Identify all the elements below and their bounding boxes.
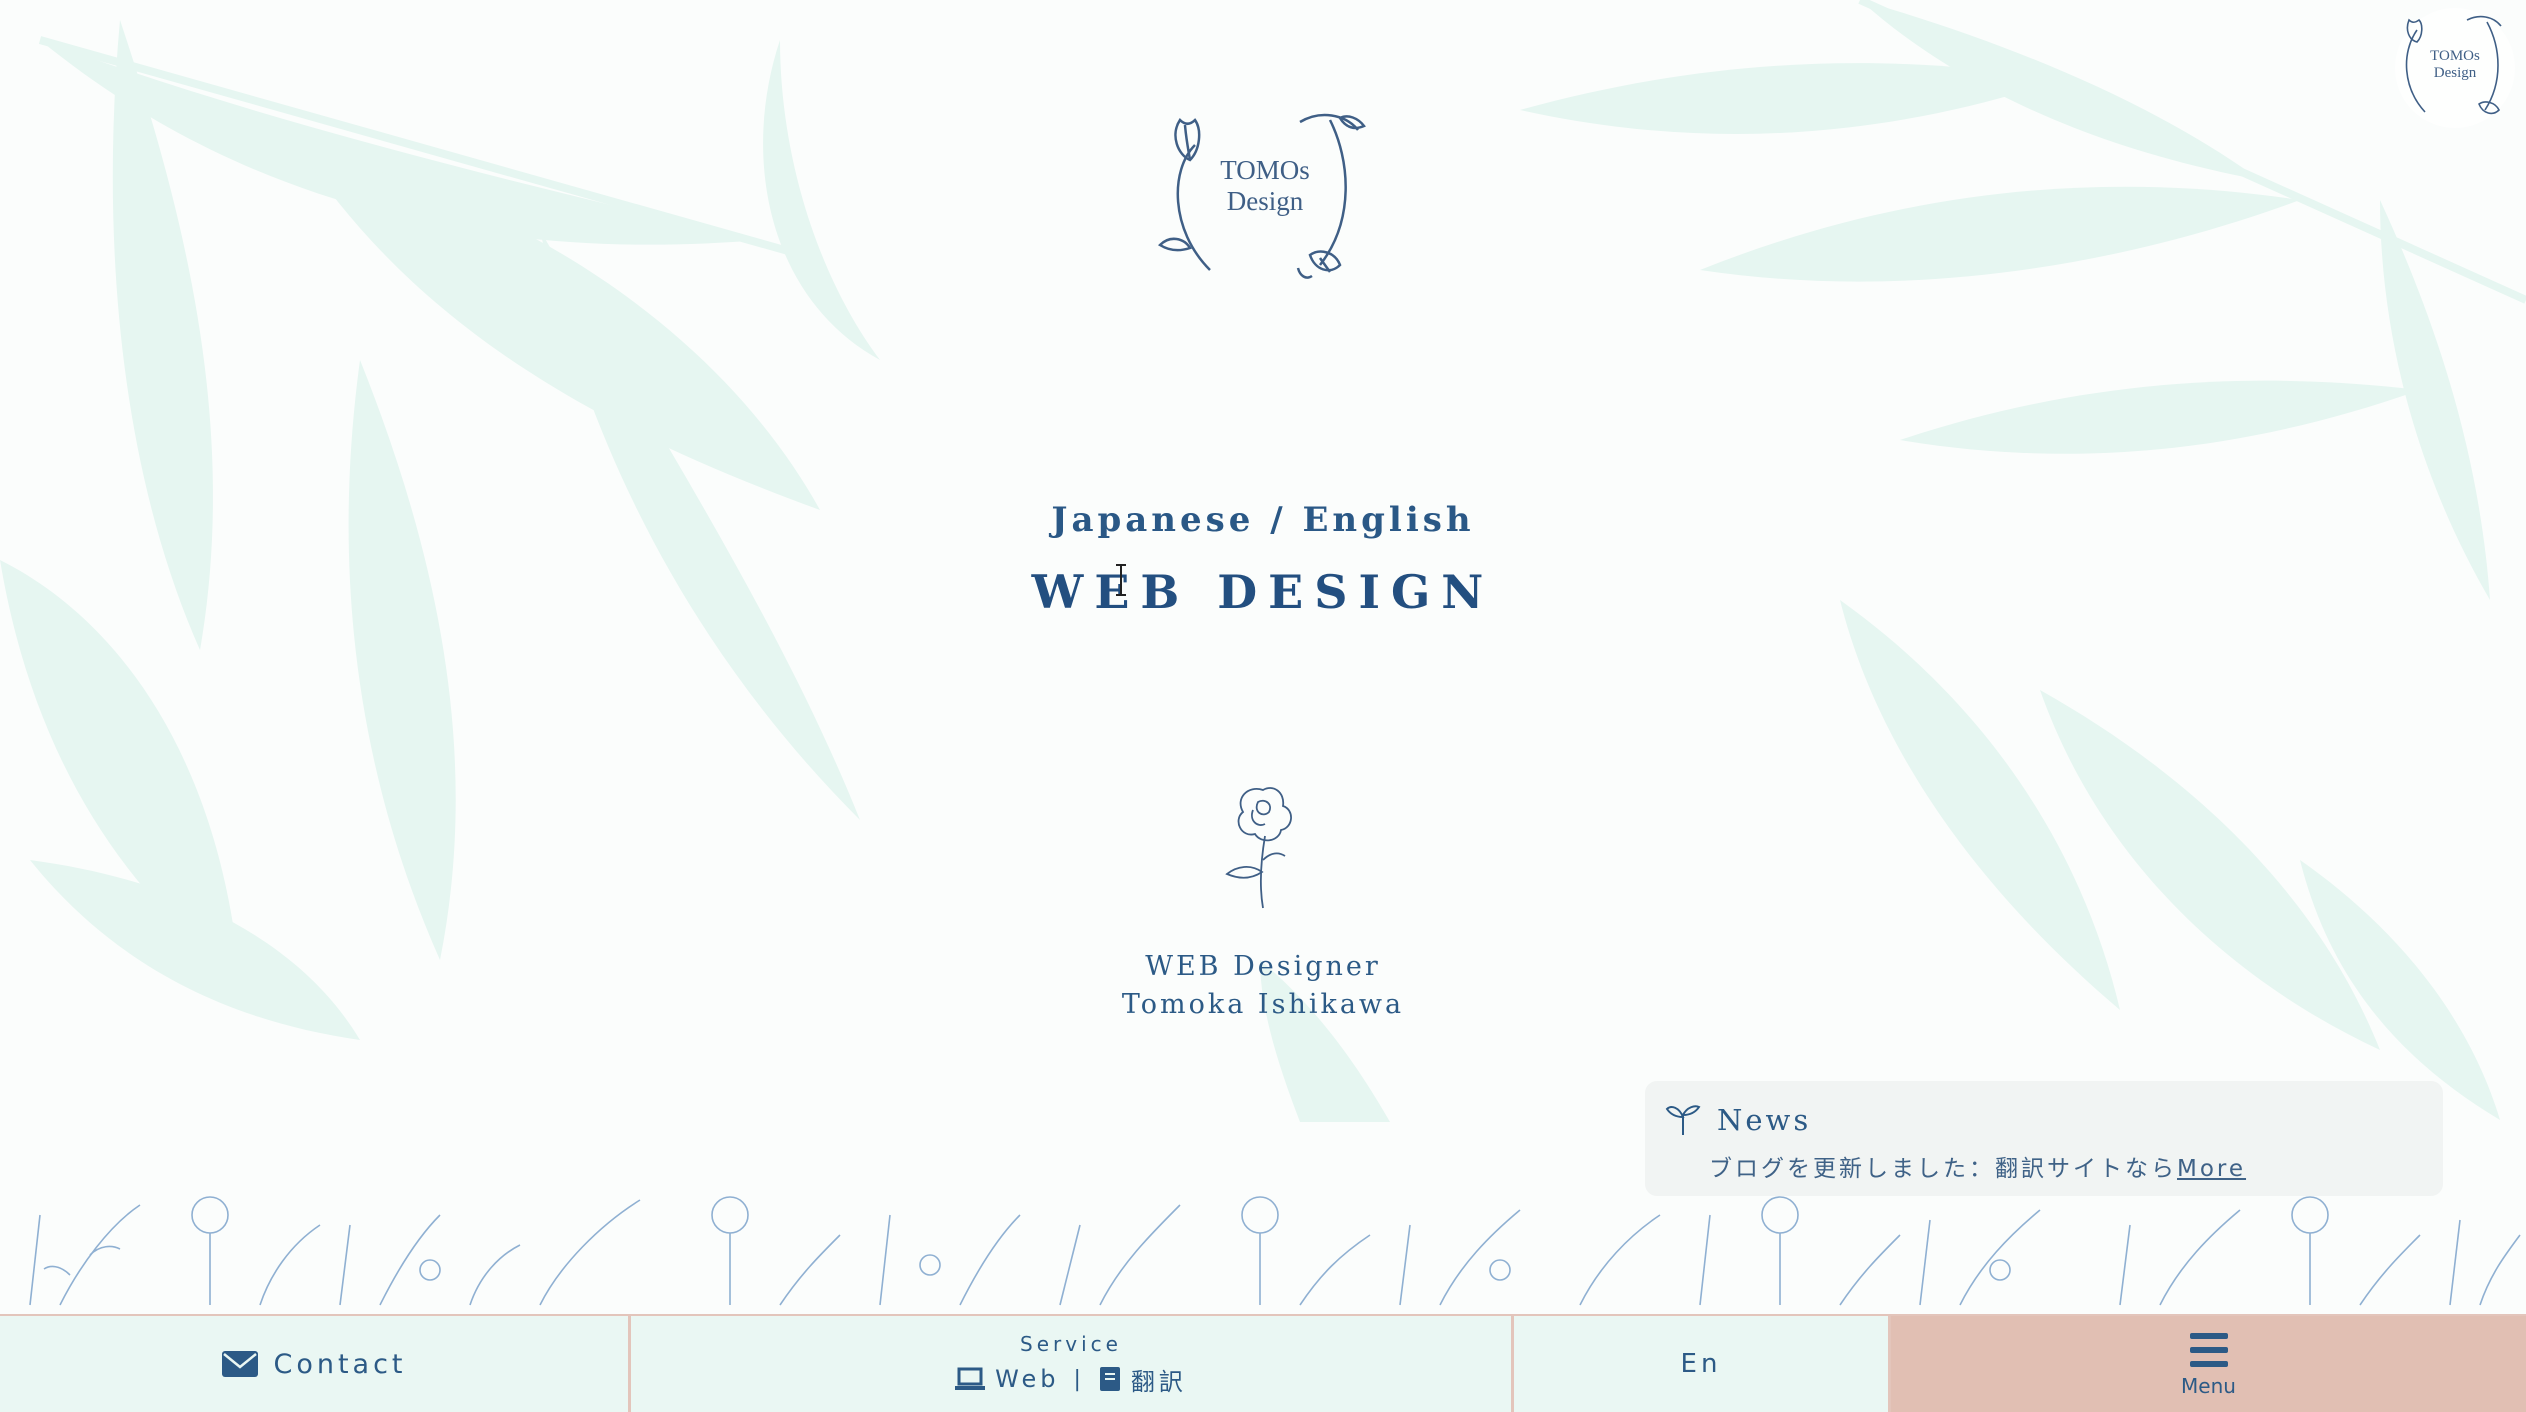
service-label: Service xyxy=(1020,1331,1122,1356)
logo-text-line2: Design xyxy=(1226,186,1304,216)
logo[interactable]: TOMOs Design xyxy=(1150,100,1380,285)
corner-logo-line2: Design xyxy=(2433,65,2477,81)
text-cursor-icon xyxy=(1116,564,1126,596)
corner-logo-line1: TOMOs xyxy=(2430,48,2480,64)
sprout-icon xyxy=(1665,1105,1701,1135)
profile-role: WEB Designer xyxy=(1145,951,1381,982)
service-menu: Service Web | 翻訳 xyxy=(631,1316,1514,1412)
logo-text-line1: TOMOs xyxy=(1220,155,1310,185)
profile-name: Tomoka Ishikawa xyxy=(1121,989,1405,1020)
envelope-icon xyxy=(222,1351,259,1377)
service-web-link[interactable]: Web xyxy=(955,1365,1059,1393)
service-translation-link[interactable]: 翻訳 xyxy=(1099,1362,1187,1397)
book-icon xyxy=(1099,1367,1120,1391)
service-web-label: Web xyxy=(995,1365,1060,1393)
garden-illustration xyxy=(29,1196,2521,1306)
corner-logo-button[interactable]: TOMOs Design xyxy=(2395,8,2515,128)
hamburger-icon xyxy=(2189,1333,2228,1367)
language-toggle[interactable]: En xyxy=(1514,1316,1891,1412)
news-title: News xyxy=(1717,1103,1812,1137)
contact-label: Contact xyxy=(273,1348,407,1380)
profile: WEB Designer Tomoka Ishikawa xyxy=(0,948,2526,1024)
hero-subtitle: Japanese / English xyxy=(1051,500,1475,540)
bottom-nav: Contact Service Web | 翻訳 En Menu xyxy=(0,1314,2526,1412)
menu-label: Menu xyxy=(2181,1374,2236,1398)
service-translation-label: 翻訳 xyxy=(1130,1367,1187,1396)
menu-button[interactable]: Menu xyxy=(1891,1316,2526,1412)
flower-icon xyxy=(1225,787,1292,909)
contact-button[interactable]: Contact xyxy=(0,1316,631,1412)
language-label: En xyxy=(1680,1349,1722,1379)
service-separator: | xyxy=(1073,1366,1085,1392)
service-links: Web | 翻訳 xyxy=(955,1362,1187,1397)
hero-headline: WEB DESIGN xyxy=(1031,565,1495,619)
laptop-icon xyxy=(955,1367,986,1390)
